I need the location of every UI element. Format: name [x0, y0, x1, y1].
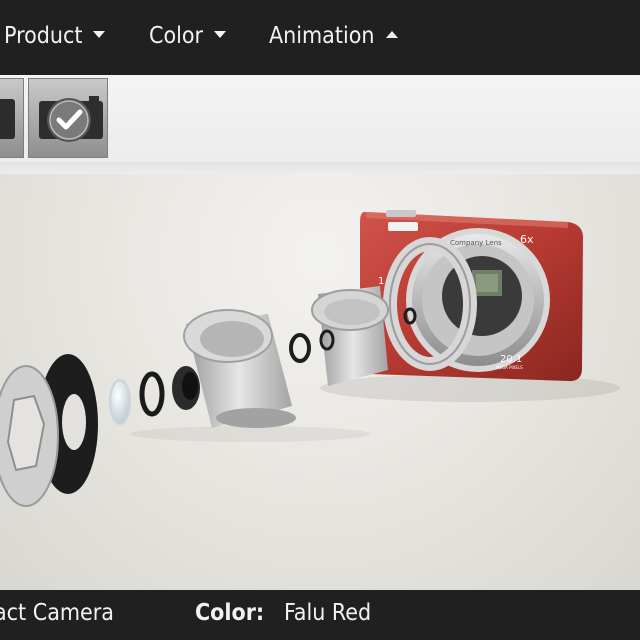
- exploded-camera-render: 6x 1 Company Lens 20.1 MEGA PIXELS: [0, 210, 620, 507]
- caret-down-icon: [214, 31, 227, 38]
- product-info-bar: act Camera Color: Falu Red: [0, 590, 640, 640]
- svg-text:1: 1: [378, 276, 384, 287]
- animation-menu-label: Animation: [269, 23, 375, 49]
- color-menu[interactable]: Color: [149, 20, 227, 52]
- product-menu[interactable]: Product: [4, 20, 106, 52]
- lens-barrel-mid: [311, 286, 389, 386]
- lens-element-black: [172, 366, 200, 410]
- lens-front-plate: [0, 365, 59, 507]
- color-label: Color:: [195, 600, 265, 626]
- product-menu-label: Product: [4, 23, 83, 49]
- strip-divider: [0, 162, 640, 174]
- camera-thumbnail-icon: [0, 99, 15, 139]
- svg-text:MEGA PIXELS: MEGA PIXELS: [496, 365, 523, 370]
- color-value: Falu Red: [284, 600, 372, 626]
- o-ring: [289, 333, 311, 363]
- caret-up-icon: [385, 31, 398, 38]
- glass-lens: [109, 379, 131, 425]
- caret-down-icon: [93, 31, 106, 38]
- svg-text:Company Lens: Company Lens: [450, 239, 502, 247]
- animation-thumbnail[interactable]: [0, 78, 24, 158]
- retaining-ring: [139, 371, 165, 417]
- color-menu-label: Color: [149, 23, 204, 49]
- top-menu-bar: Product Color Animation: [0, 0, 640, 75]
- camera-thumbnail-icon: [39, 96, 103, 142]
- animation-thumbnail-selected[interactable]: [28, 78, 108, 158]
- lens-barrel-large: [183, 309, 296, 428]
- svg-text:20.1: 20.1: [500, 354, 522, 365]
- animation-menu[interactable]: Animation: [269, 20, 398, 52]
- product-name: act Camera: [0, 600, 114, 626]
- 3d-viewport[interactable]: 6x 1 Company Lens 20.1 MEGA PIXELS: [0, 174, 640, 590]
